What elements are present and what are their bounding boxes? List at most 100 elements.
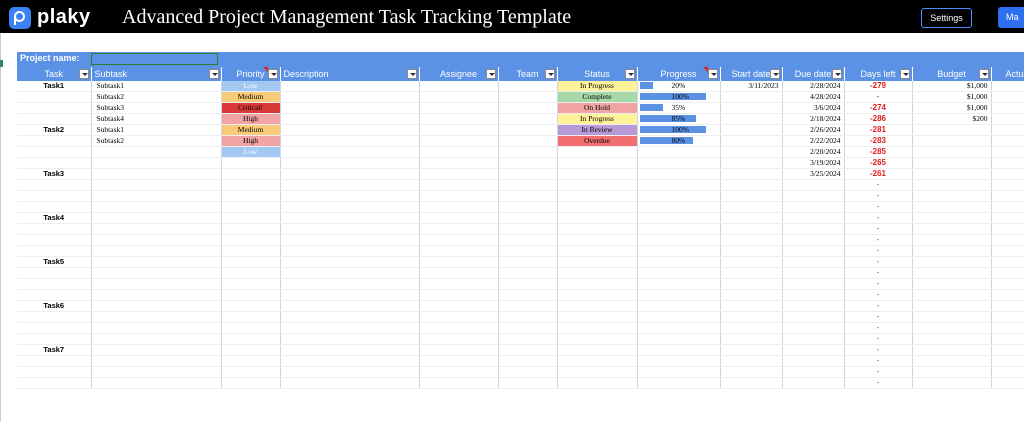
budget-cell[interactable]	[912, 201, 992, 213]
due-date-cell[interactable]: 2/22/2024	[782, 135, 845, 147]
actual-cost-cell[interactable]	[991, 300, 1024, 312]
team-cell[interactable]	[498, 81, 558, 92]
team-cell[interactable]	[498, 91, 558, 103]
team-cell[interactable]	[498, 234, 558, 246]
status-cell[interactable]	[557, 377, 638, 389]
progress-cell[interactable]	[637, 311, 721, 323]
subtask-cell[interactable]	[91, 245, 222, 257]
description-cell[interactable]	[280, 146, 420, 158]
description-cell[interactable]	[280, 366, 420, 378]
priority-cell[interactable]: Low	[221, 81, 281, 92]
column-header-priority[interactable]: Priority	[221, 67, 281, 81]
budget-cell[interactable]	[912, 245, 992, 257]
assignee-cell[interactable]	[419, 124, 499, 136]
filter-dropdown-icon[interactable]	[978, 69, 989, 79]
column-header-task[interactable]: Task	[17, 67, 92, 81]
priority-cell[interactable]	[221, 289, 281, 301]
status-cell[interactable]: Overdue	[557, 135, 638, 147]
days-left-cell[interactable]: -261	[844, 168, 913, 180]
assignee-cell[interactable]	[419, 91, 499, 103]
team-cell[interactable]	[498, 223, 558, 235]
description-cell[interactable]	[280, 278, 420, 290]
start-date-cell[interactable]	[720, 124, 783, 136]
budget-cell[interactable]	[912, 212, 992, 224]
days-left-cell[interactable]: -	[844, 190, 913, 202]
due-date-cell[interactable]	[782, 245, 845, 257]
column-header-status[interactable]: Status	[557, 67, 638, 81]
subtask-cell[interactable]	[91, 168, 222, 180]
team-cell[interactable]	[498, 333, 558, 345]
description-cell[interactable]	[280, 289, 420, 301]
actual-cost-cell[interactable]	[991, 377, 1024, 389]
team-cell[interactable]	[498, 212, 558, 224]
due-date-cell[interactable]	[782, 256, 845, 268]
task-cell[interactable]: Task4	[17, 212, 92, 224]
team-cell[interactable]	[498, 278, 558, 290]
status-cell[interactable]	[557, 300, 638, 312]
budget-cell[interactable]	[912, 168, 992, 180]
priority-cell[interactable]	[221, 267, 281, 279]
days-left-cell[interactable]: -283	[844, 135, 913, 147]
filter-dropdown-icon[interactable]	[208, 69, 219, 79]
budget-cell[interactable]: $1,000	[912, 91, 992, 103]
days-left-cell[interactable]: -	[844, 234, 913, 246]
priority-cell[interactable]	[221, 311, 281, 323]
actual-cost-cell[interactable]	[991, 355, 1024, 367]
progress-cell[interactable]	[637, 344, 721, 356]
description-cell[interactable]	[280, 223, 420, 235]
priority-cell[interactable]	[221, 300, 281, 312]
actual-cost-cell[interactable]: $	[991, 102, 1024, 114]
actual-cost-cell[interactable]	[991, 223, 1024, 235]
progress-cell[interactable]	[637, 355, 721, 367]
days-left-cell[interactable]: -	[844, 355, 913, 367]
due-date-cell[interactable]	[782, 234, 845, 246]
column-header-assignee[interactable]: Assignee	[419, 67, 499, 81]
days-left-cell[interactable]: -	[844, 245, 913, 257]
task-cell[interactable]	[17, 322, 92, 334]
task-cell[interactable]	[17, 157, 92, 169]
actual-cost-cell[interactable]	[991, 366, 1024, 378]
description-cell[interactable]	[280, 245, 420, 257]
assignee-cell[interactable]	[419, 157, 499, 169]
task-cell[interactable]	[17, 267, 92, 279]
status-cell[interactable]	[557, 190, 638, 202]
description-cell[interactable]	[280, 102, 420, 114]
filter-dropdown-icon[interactable]	[406, 69, 417, 79]
progress-cell[interactable]	[637, 289, 721, 301]
team-cell[interactable]	[498, 256, 558, 268]
priority-cell[interactable]	[221, 234, 281, 246]
budget-cell[interactable]	[912, 311, 992, 323]
description-cell[interactable]	[280, 81, 420, 92]
progress-cell[interactable]: 85%	[637, 113, 721, 125]
budget-cell[interactable]	[912, 366, 992, 378]
progress-cell[interactable]	[637, 245, 721, 257]
assignee-cell[interactable]	[419, 102, 499, 114]
description-cell[interactable]	[280, 256, 420, 268]
status-cell[interactable]	[557, 267, 638, 279]
due-date-cell[interactable]: 3/19/2024	[782, 157, 845, 169]
column-header-subtask[interactable]: Subtask	[91, 67, 222, 81]
status-cell[interactable]: In Progress	[557, 81, 638, 92]
column-header-team[interactable]: Team	[498, 67, 558, 81]
progress-cell[interactable]	[637, 322, 721, 334]
due-date-cell[interactable]: 2/28/2024	[782, 81, 845, 92]
due-date-cell[interactable]: 3/25/2024	[782, 168, 845, 180]
budget-cell[interactable]	[912, 267, 992, 279]
subtask-cell[interactable]: Subtask3	[91, 102, 222, 114]
task-cell[interactable]	[17, 377, 92, 389]
days-left-cell[interactable]: -274	[844, 102, 913, 114]
subtask-cell[interactable]	[91, 256, 222, 268]
start-date-cell[interactable]	[720, 256, 783, 268]
task-cell[interactable]	[17, 201, 92, 213]
days-left-cell[interactable]: -286	[844, 113, 913, 125]
status-cell[interactable]	[557, 366, 638, 378]
actual-cost-cell[interactable]	[991, 135, 1024, 147]
progress-cell[interactable]: 20%	[637, 81, 721, 92]
start-date-cell[interactable]	[720, 267, 783, 279]
actual-cost-cell[interactable]: $	[991, 91, 1024, 103]
budget-cell[interactable]	[912, 355, 992, 367]
budget-cell[interactable]	[912, 234, 992, 246]
actual-cost-cell[interactable]	[991, 267, 1024, 279]
days-left-cell[interactable]: -	[844, 377, 913, 389]
start-date-cell[interactable]	[720, 168, 783, 180]
